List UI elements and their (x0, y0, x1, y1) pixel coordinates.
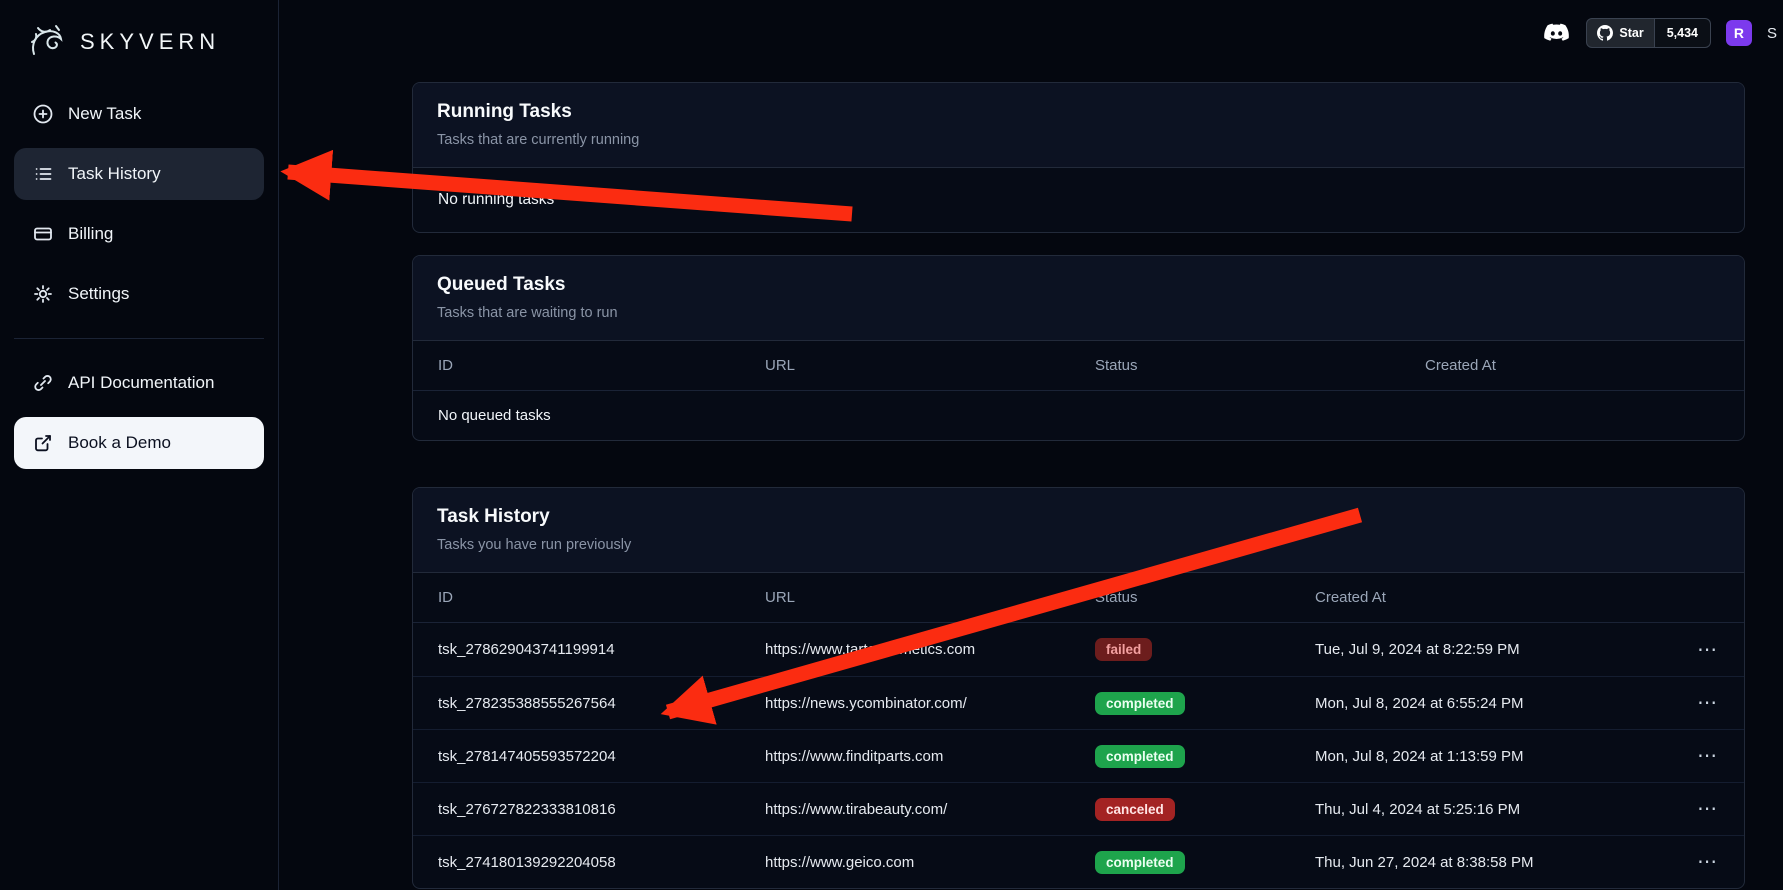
column-header-url: URL (765, 589, 1095, 606)
sidebar-item-label: New Task (68, 104, 141, 124)
plus-circle-icon (32, 103, 54, 125)
sidebar-nav: New Task Task History Billing Settings (0, 88, 278, 320)
task-history-subtitle: Tasks you have run previously (437, 535, 1720, 555)
running-tasks-header: Running Tasks Tasks that are currently r… (413, 83, 1744, 168)
column-header-id: ID (438, 357, 765, 374)
github-star-button[interactable]: Star (1586, 18, 1654, 48)
brand-logo: SKYVERN (0, 14, 278, 66)
sidebar-item-new-task[interactable]: New Task (14, 88, 264, 140)
task-id-cell: tsk_278235388555267564 (438, 695, 765, 712)
sidebar-secondary-nav: API Documentation Book a Demo (0, 357, 278, 469)
task-created-cell: Thu, Jul 4, 2024 at 5:25:16 PM (1315, 801, 1663, 818)
credit-card-icon (32, 223, 54, 245)
row-actions-menu-button[interactable]: ⋯ (1663, 640, 1719, 660)
queued-table-header: ID URL Status Created At (413, 341, 1744, 391)
queued-tasks-subtitle: Tasks that are waiting to run (437, 303, 1720, 323)
table-row[interactable]: tsk_276727822333810816 https://www.tirab… (413, 782, 1744, 835)
task-created-cell: Tue, Jul 9, 2024 at 8:22:59 PM (1315, 641, 1663, 658)
task-id-cell: tsk_278629043741199914 (438, 641, 765, 658)
running-tasks-subtitle: Tasks that are currently running (437, 130, 1720, 150)
column-header-status: Status (1095, 357, 1425, 374)
book-a-demo-label: Book a Demo (68, 433, 171, 453)
github-star-label: Star (1619, 26, 1643, 40)
task-created-cell: Mon, Jul 8, 2024 at 6:55:24 PM (1315, 695, 1663, 712)
column-header-created-at: Created At (1425, 357, 1719, 374)
discord-icon[interactable] (1541, 21, 1571, 45)
username-text: S (1767, 25, 1777, 42)
skyvern-dragon-icon (26, 20, 70, 64)
user-avatar[interactable]: R (1726, 20, 1752, 46)
external-link-icon (32, 432, 54, 454)
sidebar-item-billing[interactable]: Billing (14, 208, 264, 260)
status-badge: canceled (1095, 798, 1175, 821)
task-url-cell: https://news.ycombinator.com/ (765, 695, 1095, 712)
sidebar-item-label: API Documentation (68, 373, 214, 393)
row-actions-menu-button[interactable]: ⋯ (1663, 799, 1719, 819)
running-tasks-title: Running Tasks (437, 100, 1720, 124)
sidebar-item-label: Billing (68, 224, 113, 244)
sidebar-item-label: Task History (68, 164, 161, 184)
queued-tasks-header: Queued Tasks Tasks that are waiting to r… (413, 256, 1744, 341)
task-created-cell: Thu, Jun 27, 2024 at 8:38:58 PM (1315, 854, 1663, 871)
table-row[interactable]: tsk_278235388555267564 https://news.ycom… (413, 676, 1744, 729)
status-badge: completed (1095, 851, 1185, 874)
row-actions-menu-button[interactable]: ⋯ (1663, 852, 1719, 872)
main-content: Running Tasks Tasks that are currently r… (412, 0, 1745, 890)
column-header-id: ID (438, 589, 765, 606)
gear-icon (32, 283, 54, 305)
task-url-cell: https://www.tartecosmetics.com (765, 641, 1095, 658)
github-icon (1597, 25, 1613, 41)
task-url-cell: https://www.tirabeauty.com/ (765, 801, 1095, 818)
history-table-header: ID URL Status Created At (413, 573, 1744, 623)
status-badge: failed (1095, 638, 1152, 661)
task-url-cell: https://www.geico.com (765, 854, 1095, 871)
task-history-header: Task History Tasks you have run previous… (413, 488, 1744, 573)
sidebar: SKYVERN New Task Task History Billing (0, 0, 279, 890)
table-row[interactable]: tsk_274180139292204058 https://www.geico… (413, 835, 1744, 888)
column-header-url: URL (765, 357, 1095, 374)
sidebar-item-settings[interactable]: Settings (14, 268, 264, 320)
table-row[interactable]: tsk_278147405593572204 https://www.findi… (413, 729, 1744, 782)
task-url-cell: https://www.finditparts.com (765, 748, 1095, 765)
queued-tasks-title: Queued Tasks (437, 273, 1720, 297)
row-actions-menu-button[interactable]: ⋯ (1663, 693, 1719, 713)
brand-name: SKYVERN (80, 29, 220, 55)
table-row[interactable]: tsk_278629043741199914 https://www.tarte… (413, 623, 1744, 676)
status-badge: completed (1095, 692, 1185, 715)
column-header-created-at: Created At (1315, 589, 1663, 606)
task-created-cell: Mon, Jul 8, 2024 at 1:13:59 PM (1315, 748, 1663, 765)
topbar: Star 5,434 R S (1541, 17, 1783, 49)
sidebar-item-task-history[interactable]: Task History (14, 148, 264, 200)
task-id-cell: tsk_276727822333810816 (438, 801, 765, 818)
row-actions-menu-button[interactable]: ⋯ (1663, 746, 1719, 766)
task-id-cell: tsk_274180139292204058 (438, 854, 765, 871)
column-header-status: Status (1095, 589, 1315, 606)
task-id-cell: tsk_278147405593572204 (438, 748, 765, 765)
sidebar-divider (14, 338, 264, 339)
github-star-count[interactable]: 5,434 (1655, 18, 1711, 48)
task-history-card: Task History Tasks you have run previous… (412, 487, 1745, 889)
running-tasks-card: Running Tasks Tasks that are currently r… (412, 82, 1745, 233)
status-badge: completed (1095, 745, 1185, 768)
queued-tasks-empty-message: No queued tasks (413, 391, 1744, 440)
book-a-demo-button[interactable]: Book a Demo (14, 417, 264, 469)
task-history-title: Task History (437, 505, 1720, 529)
running-tasks-empty-message: No running tasks (413, 168, 1744, 232)
list-icon (32, 163, 54, 185)
sidebar-item-api-documentation[interactable]: API Documentation (14, 357, 264, 409)
sidebar-item-label: Settings (68, 284, 129, 304)
link-icon (32, 372, 54, 394)
queued-tasks-card: Queued Tasks Tasks that are waiting to r… (412, 255, 1745, 441)
github-star-widget[interactable]: Star 5,434 (1586, 18, 1711, 48)
